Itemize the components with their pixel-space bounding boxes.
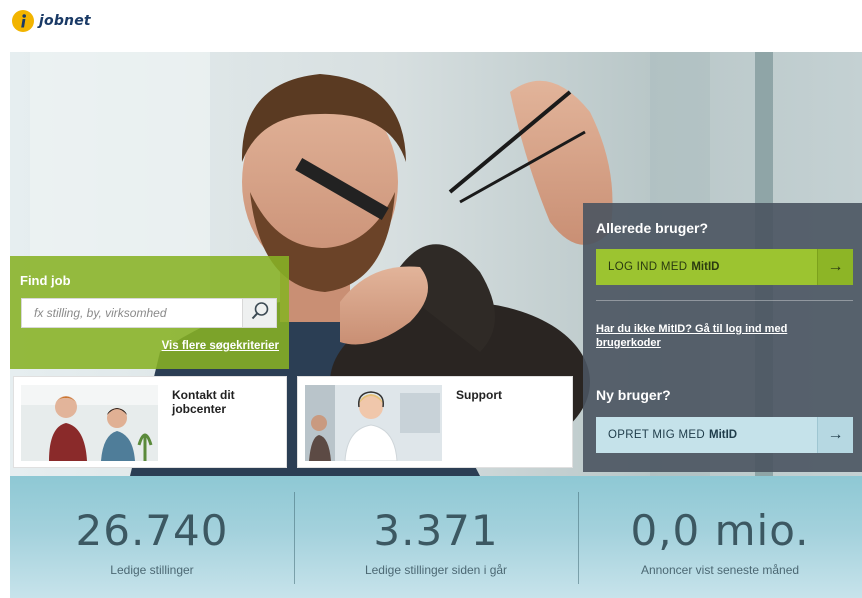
site-header: jobnet <box>0 0 862 48</box>
contact-jobcenter-title: Kontakt dit jobcenter <box>172 388 235 416</box>
new-user-title: Ny bruger? <box>596 387 671 403</box>
more-search-criteria-link[interactable]: Vis flere søgekriterier <box>162 340 279 352</box>
jobnet-logo-icon <box>12 10 34 32</box>
support-card[interactable]: Support <box>297 376 573 468</box>
contact-jobcenter-photo <box>21 385 158 461</box>
login-panel: Allerede bruger? LOG IND MED MitID → Har… <box>583 203 862 375</box>
create-mitid-label: OPRET MIG MED MitID <box>596 417 817 453</box>
create-button-text: OPRET MIG MED <box>608 429 705 441</box>
stat-vacancies: 26.740 Ledige stillinger <box>10 476 294 598</box>
stat-value: 0,0 mio. <box>630 506 810 555</box>
arrow-right-icon: → <box>817 249 853 285</box>
create-mitid-button[interactable]: OPRET MIG MED MitID → <box>596 417 853 453</box>
stat-label: Ledige stillinger siden i går <box>364 563 508 577</box>
login-title: Allerede bruger? <box>596 220 709 236</box>
search-button[interactable] <box>242 299 276 327</box>
stat-value: 26.740 <box>75 506 229 555</box>
stat-ads-shown: 0,0 mio. Annoncer vist seneste måned <box>578 476 862 598</box>
stat-value: 3.371 <box>373 506 499 555</box>
logo-text: jobnet <box>39 13 91 29</box>
stat-vacancies-since-yesterday: 3.371 Ledige stillinger siden i går <box>294 476 578 598</box>
stats-band: 26.740 Ledige stillinger 3.371 Ledige st… <box>10 476 862 598</box>
mitid-logo: MitID <box>691 261 720 273</box>
jobnet-logo[interactable]: jobnet <box>12 10 91 32</box>
find-job-title: Find job <box>20 273 71 288</box>
login-button-text: LOG IND MED <box>608 261 688 273</box>
stat-label: Ledige stillinger <box>110 563 194 577</box>
stat-label: Annoncer vist seneste måned <box>640 563 800 577</box>
job-search-box <box>21 298 277 328</box>
support-photo <box>305 385 442 461</box>
login-with-usercodes-link[interactable]: Har du ikke MitID? Gå til log ind med br… <box>596 322 846 350</box>
search-icon <box>250 301 270 326</box>
contact-jobcenter-card[interactable]: Kontakt dit jobcenter <box>13 376 287 468</box>
new-user-panel: Ny bruger? OPRET MIG MED MitID → <box>583 375 862 472</box>
job-search-input[interactable] <box>22 299 244 327</box>
login-divider <box>596 300 853 301</box>
find-job-panel: Find job Vis flere søgekriterier <box>10 256 289 369</box>
login-mitid-button[interactable]: LOG IND MED MitID → <box>596 249 853 285</box>
login-mitid-label: LOG IND MED MitID <box>596 249 817 285</box>
arrow-right-icon: → <box>817 417 853 453</box>
mitid-logo: MitID <box>708 429 738 441</box>
support-title: Support <box>456 388 502 402</box>
